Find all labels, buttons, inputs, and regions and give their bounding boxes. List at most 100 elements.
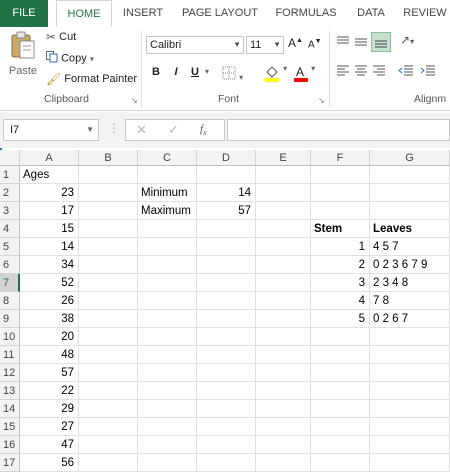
cell-e4[interactable] bbox=[256, 220, 311, 238]
select-all-corner[interactable] bbox=[0, 150, 20, 166]
cell-f4[interactable]: Stem bbox=[311, 220, 370, 238]
cell-c4[interactable] bbox=[138, 220, 197, 238]
decrease-indent-button[interactable] bbox=[398, 65, 414, 80]
cell-a17[interactable]: 56 bbox=[20, 454, 79, 472]
bottom-align-button[interactable] bbox=[371, 32, 391, 52]
paste-button[interactable]: Paste bbox=[8, 31, 38, 89]
cell-g12[interactable] bbox=[370, 364, 450, 382]
cell-a4[interactable]: 15 bbox=[20, 220, 79, 238]
insert-function-icon[interactable]: fx bbox=[200, 123, 207, 137]
cell-d5[interactable] bbox=[197, 238, 256, 256]
column-header-f[interactable]: F bbox=[311, 150, 370, 166]
cell-e11[interactable] bbox=[256, 346, 311, 364]
cell-g4[interactable]: Leaves bbox=[370, 220, 450, 238]
cell-a14[interactable]: 29 bbox=[20, 400, 79, 418]
cell-a7[interactable]: 52 bbox=[20, 274, 79, 292]
row-header-10[interactable]: 10 bbox=[0, 328, 20, 346]
cell-c15[interactable] bbox=[138, 418, 197, 436]
cell-d8[interactable] bbox=[197, 292, 256, 310]
cell-c9[interactable] bbox=[138, 310, 197, 328]
formula-input[interactable] bbox=[227, 119, 450, 141]
clipboard-launcher-icon[interactable]: ↘ bbox=[131, 96, 138, 105]
column-header-d[interactable]: D bbox=[197, 150, 256, 166]
underline-button[interactable]: U bbox=[187, 64, 203, 80]
cell-d12[interactable] bbox=[197, 364, 256, 382]
cell-e10[interactable] bbox=[256, 328, 311, 346]
cell-d13[interactable] bbox=[197, 382, 256, 400]
cell-b5[interactable] bbox=[79, 238, 138, 256]
cell-d11[interactable] bbox=[197, 346, 256, 364]
cell-a3[interactable]: 17 bbox=[20, 202, 79, 220]
cell-f14[interactable] bbox=[311, 400, 370, 418]
cell-a16[interactable]: 47 bbox=[20, 436, 79, 454]
cell-d3[interactable]: 57 bbox=[197, 202, 256, 220]
cell-g16[interactable] bbox=[370, 436, 450, 454]
cell-b12[interactable] bbox=[79, 364, 138, 382]
row-header-14[interactable]: 14 bbox=[0, 400, 20, 418]
cell-c5[interactable] bbox=[138, 238, 197, 256]
cell-c10[interactable] bbox=[138, 328, 197, 346]
cell-a15[interactable]: 27 bbox=[20, 418, 79, 436]
cell-g1[interactable] bbox=[370, 166, 450, 184]
cell-c14[interactable] bbox=[138, 400, 197, 418]
cell-g11[interactable] bbox=[370, 346, 450, 364]
cell-e8[interactable] bbox=[256, 292, 311, 310]
cell-b10[interactable] bbox=[79, 328, 138, 346]
cell-f2[interactable] bbox=[311, 184, 370, 202]
column-header-b[interactable]: B bbox=[79, 150, 138, 166]
cell-g17[interactable] bbox=[370, 454, 450, 472]
cell-b3[interactable] bbox=[79, 202, 138, 220]
cell-g13[interactable] bbox=[370, 382, 450, 400]
fill-color-button[interactable]: ▾ bbox=[264, 64, 287, 85]
align-right-button[interactable] bbox=[372, 65, 386, 80]
cell-e15[interactable] bbox=[256, 418, 311, 436]
cell-b11[interactable] bbox=[79, 346, 138, 364]
row-header-8[interactable]: 8 bbox=[0, 292, 20, 310]
cell-d9[interactable] bbox=[197, 310, 256, 328]
borders-button[interactable]: ▾ bbox=[222, 66, 243, 83]
cell-f10[interactable] bbox=[311, 328, 370, 346]
cell-a12[interactable]: 57 bbox=[20, 364, 79, 382]
column-header-g[interactable]: G bbox=[370, 150, 450, 166]
cell-e3[interactable] bbox=[256, 202, 311, 220]
cell-e5[interactable] bbox=[256, 238, 311, 256]
font-color-button[interactable]: A ▾ bbox=[294, 64, 315, 85]
cell-e17[interactable] bbox=[256, 454, 311, 472]
cell-e9[interactable] bbox=[256, 310, 311, 328]
cell-g6[interactable]: 0 2 3 6 7 9 bbox=[370, 256, 450, 274]
cell-d14[interactable] bbox=[197, 400, 256, 418]
row-header-4[interactable]: 4 bbox=[0, 220, 20, 238]
column-header-e[interactable]: E bbox=[256, 150, 311, 166]
copy-button[interactable]: Copy ▾ bbox=[46, 51, 94, 66]
cell-d2[interactable]: 14 bbox=[197, 184, 256, 202]
row-header-9[interactable]: 9 bbox=[0, 310, 20, 328]
column-header-a[interactable]: A bbox=[20, 150, 79, 166]
cell-e16[interactable] bbox=[256, 436, 311, 454]
cell-b4[interactable] bbox=[79, 220, 138, 238]
cell-b2[interactable] bbox=[79, 184, 138, 202]
cell-b1[interactable] bbox=[79, 166, 138, 184]
column-header-c[interactable]: C bbox=[138, 150, 197, 166]
cell-c3[interactable]: Maximum bbox=[138, 202, 197, 220]
cell-d10[interactable] bbox=[197, 328, 256, 346]
cell-c2[interactable]: Minimum bbox=[138, 184, 197, 202]
row-header-3[interactable]: 3 bbox=[0, 202, 20, 220]
cell-b8[interactable] bbox=[79, 292, 138, 310]
cell-b16[interactable] bbox=[79, 436, 138, 454]
cut-button[interactable]: ✂ Cut bbox=[46, 30, 76, 44]
enter-icon[interactable]: ✓ bbox=[168, 122, 179, 138]
cell-c16[interactable] bbox=[138, 436, 197, 454]
cell-a1[interactable]: Ages bbox=[20, 166, 79, 184]
cell-f9[interactable]: 5 bbox=[311, 310, 370, 328]
cell-g2[interactable] bbox=[370, 184, 450, 202]
cell-f3[interactable] bbox=[311, 202, 370, 220]
cell-e13[interactable] bbox=[256, 382, 311, 400]
cell-a10[interactable]: 20 bbox=[20, 328, 79, 346]
cell-g3[interactable] bbox=[370, 202, 450, 220]
cell-b7[interactable] bbox=[79, 274, 138, 292]
cell-d1[interactable] bbox=[197, 166, 256, 184]
cell-a9[interactable]: 38 bbox=[20, 310, 79, 328]
font-size-select[interactable]: 11 ▼ bbox=[246, 36, 284, 54]
cell-f1[interactable] bbox=[311, 166, 370, 184]
cell-e2[interactable] bbox=[256, 184, 311, 202]
